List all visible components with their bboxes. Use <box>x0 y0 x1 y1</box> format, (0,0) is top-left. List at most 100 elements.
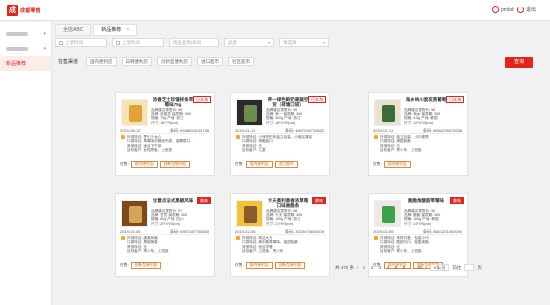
info-line: 尺寸: 21*5*4(cm) <box>266 221 294 226</box>
store-tag[interactable]: 创新型便利店 <box>274 262 306 269</box>
channel-option[interactable]: 国内便利店 <box>86 57 117 66</box>
feature-icon <box>236 236 240 240</box>
start-date-input[interactable]: 上架时间 <box>55 38 107 47</box>
store-label: 在售: <box>120 263 129 267</box>
channel-filter: 在售渠道 国内便利店 日韩便利店 创新型便利店 进口超市 社区超市 <box>58 57 255 66</box>
sidebar-item-new-products[interactable]: 新品推荐 <box>0 56 51 71</box>
product-card[interactable]: 日本海 海乡林川瓷炭黑葡萄 品牌建议零售价: ¥8 品牌: 海乡 保质期: 365… <box>368 92 468 176</box>
feature-icon <box>374 135 378 139</box>
brand-name: 成都零售 <box>20 8 41 14</box>
store-tag[interactable]: 进口超市 <box>274 161 298 168</box>
product-image <box>374 99 401 126</box>
sidebar-item-2[interactable]: ▾ <box>0 41 51 56</box>
store-label: 在售: <box>235 263 244 267</box>
store-tag[interactable]: 国内便利店 <box>383 161 411 168</box>
category-select[interactable]: 品类 ▾ <box>224 38 274 47</box>
store-tag[interactable]: 国内便利店 <box>245 262 273 269</box>
goto-label: 前往 <box>452 264 462 270</box>
product-card[interactable]: 美味 卡夫奥利奥香浓草莓口味香脆条 品牌建议零售价: ¥8 品牌: 卡夫 保质期:… <box>230 193 330 277</box>
channel-option[interactable]: 进口超市 <box>197 57 224 66</box>
store-tag[interactable]: 创新型便利店 <box>130 262 162 269</box>
page-number[interactable]: 4 <box>386 265 391 270</box>
info-line: 尺寸: 16*7*5(cm) <box>151 120 179 125</box>
feature-line: 目标客户: 上班族、青少年 <box>242 248 284 253</box>
product-features: 外观特征: 采样可爱、包装小巧 口感特征: 酸甜可口、轻盈爽脆 其他特征: 无 … <box>380 236 466 253</box>
chevron-down-icon: ▾ <box>322 40 325 45</box>
divider <box>120 234 210 235</box>
page-size-select[interactable]: 6条/页 <box>430 264 450 271</box>
end-date-input[interactable]: 上架时间 <box>112 38 164 47</box>
product-badge: 日本海 <box>193 96 211 103</box>
sidebar-item-label <box>6 46 28 51</box>
product-badge: 日本海 <box>308 96 326 103</box>
divider <box>120 133 210 134</box>
product-badge: 美味 <box>312 197 326 204</box>
user-menu[interactable]: pmbd <box>492 6 514 13</box>
divider <box>235 133 325 134</box>
product-badge: 日本海 <box>446 96 464 103</box>
page-number[interactable]: 80 <box>418 265 423 270</box>
feature-line: 目标客户: 儿童 <box>242 147 266 152</box>
product-info: 品牌建议零售价: ¥6 品牌: 脆脆 保质期: 365 规格: 160g 产地:… <box>404 209 466 226</box>
product-card[interactable]: 日本海 养一绿色鲜奶果蔬空货（荷塘口袋） 品牌建议零售价: ¥8 品牌: 养一 保… <box>230 92 330 176</box>
tab-label: 全店ABC <box>63 27 84 33</box>
query-button[interactable]: 查询 <box>505 57 533 68</box>
product-features: 外观特征: 细美风格 口感特征: 黑椒辣香 其他特征: 无 目标客户: 青少年、… <box>127 236 213 253</box>
feature-icon <box>121 135 125 139</box>
product-info: 品牌建议零售价: ¥8 品牌: 海乡 保质期: 365 规格: 4.5g 产地:… <box>404 108 466 125</box>
product-name-input[interactable]: 商品名称/条码 <box>169 38 219 47</box>
chevron-down-icon: ▾ <box>267 40 270 45</box>
category-placeholder: 品类 <box>228 39 237 45</box>
logout-button[interactable]: 退出 <box>517 6 536 13</box>
store-tags: 在售: 创新型便利店 <box>120 262 162 269</box>
page-number[interactable]: 1 <box>362 265 367 270</box>
store-tag[interactable]: 国内便利店 <box>245 161 273 168</box>
prev-page-button[interactable]: ‹ <box>357 265 359 270</box>
store-tags: 在售: 国内便利店 <box>373 161 411 168</box>
divider <box>373 234 463 235</box>
next-page-button[interactable]: › <box>426 265 428 270</box>
user-icon <box>492 6 499 13</box>
product-image <box>236 200 263 227</box>
pagination: 共 470 条 ‹ 1 2 3 4 5 6 … 80 › 6条/页 前往 页 <box>335 264 482 271</box>
page-ellipsis[interactable]: … <box>410 265 415 270</box>
user-name: pmbd <box>501 6 514 13</box>
close-icon[interactable]: × <box>126 24 129 36</box>
store-tags: 在售: 国内便利店 创新型便利店 <box>235 262 306 269</box>
product-image <box>121 200 148 227</box>
product-name: 脆脆角酸甜草莓味 <box>408 198 444 203</box>
brand-logo[interactable]: 成 成都零售 <box>6 5 44 16</box>
power-icon <box>517 6 524 13</box>
channel-option[interactable]: 日韩便利店 <box>121 57 153 66</box>
chevron-down-icon: ▾ <box>43 31 46 37</box>
channel-option[interactable]: 社区超市 <box>228 57 255 66</box>
page-number[interactable]: 5 <box>394 265 399 270</box>
divider <box>235 234 325 235</box>
top-bar: 成 成都零售 pmbd 退出 <box>0 0 550 21</box>
product-info: 品牌建议零售价: ¥7 品牌: 甘意 保质期: 365 规格: 80g 产地: … <box>151 209 213 226</box>
info-line: 尺寸: 14*3*6(cm) <box>404 221 432 226</box>
product-info: 品牌建议零售价: ¥8 品牌: 卡夫 保质期: 365 规格: 150g 产地:… <box>266 209 328 226</box>
channel-option[interactable]: 创新型便利店 <box>157 57 193 66</box>
store-tag[interactable]: 国内便利店 <box>130 161 158 168</box>
tab-store-abc[interactable]: 全店ABC <box>55 24 92 36</box>
calendar-icon <box>116 40 120 45</box>
goto-page-input[interactable] <box>464 264 475 271</box>
option-select[interactable]: 请选择 ▾ <box>279 38 329 47</box>
chevron-down-icon: ▾ <box>43 46 46 52</box>
divider <box>373 133 463 134</box>
store-tag[interactable]: 创新型便利店 <box>159 161 191 168</box>
channel-label: 在售渠道 <box>58 59 79 65</box>
page-number[interactable]: 3 <box>378 265 383 270</box>
page-number[interactable]: 6 <box>402 265 407 270</box>
product-badge: 美味 <box>197 197 211 204</box>
product-card[interactable]: 日本海 浓香芝士珍馐样条草莓味75g 品牌建议零售价: ¥8 品牌: 浓香芝 保质… <box>115 92 215 176</box>
sidebar-item-1[interactable]: ▾ <box>0 26 51 41</box>
tab-new-products[interactable]: 新品推荐 × <box>93 24 138 36</box>
feature-line: 目标客户: 女性顾客、上班族 <box>127 147 173 152</box>
feature-icon <box>236 135 240 139</box>
sidebar-item-label <box>6 31 28 36</box>
page-number[interactable]: 2 <box>370 265 375 270</box>
product-card[interactable]: 美味 甘意点法式黑椒风味 品牌建议零售价: ¥7 品牌: 甘意 保质期: 365 … <box>115 193 215 277</box>
product-name: 甘意点法式黑椒风味 <box>152 198 194 203</box>
